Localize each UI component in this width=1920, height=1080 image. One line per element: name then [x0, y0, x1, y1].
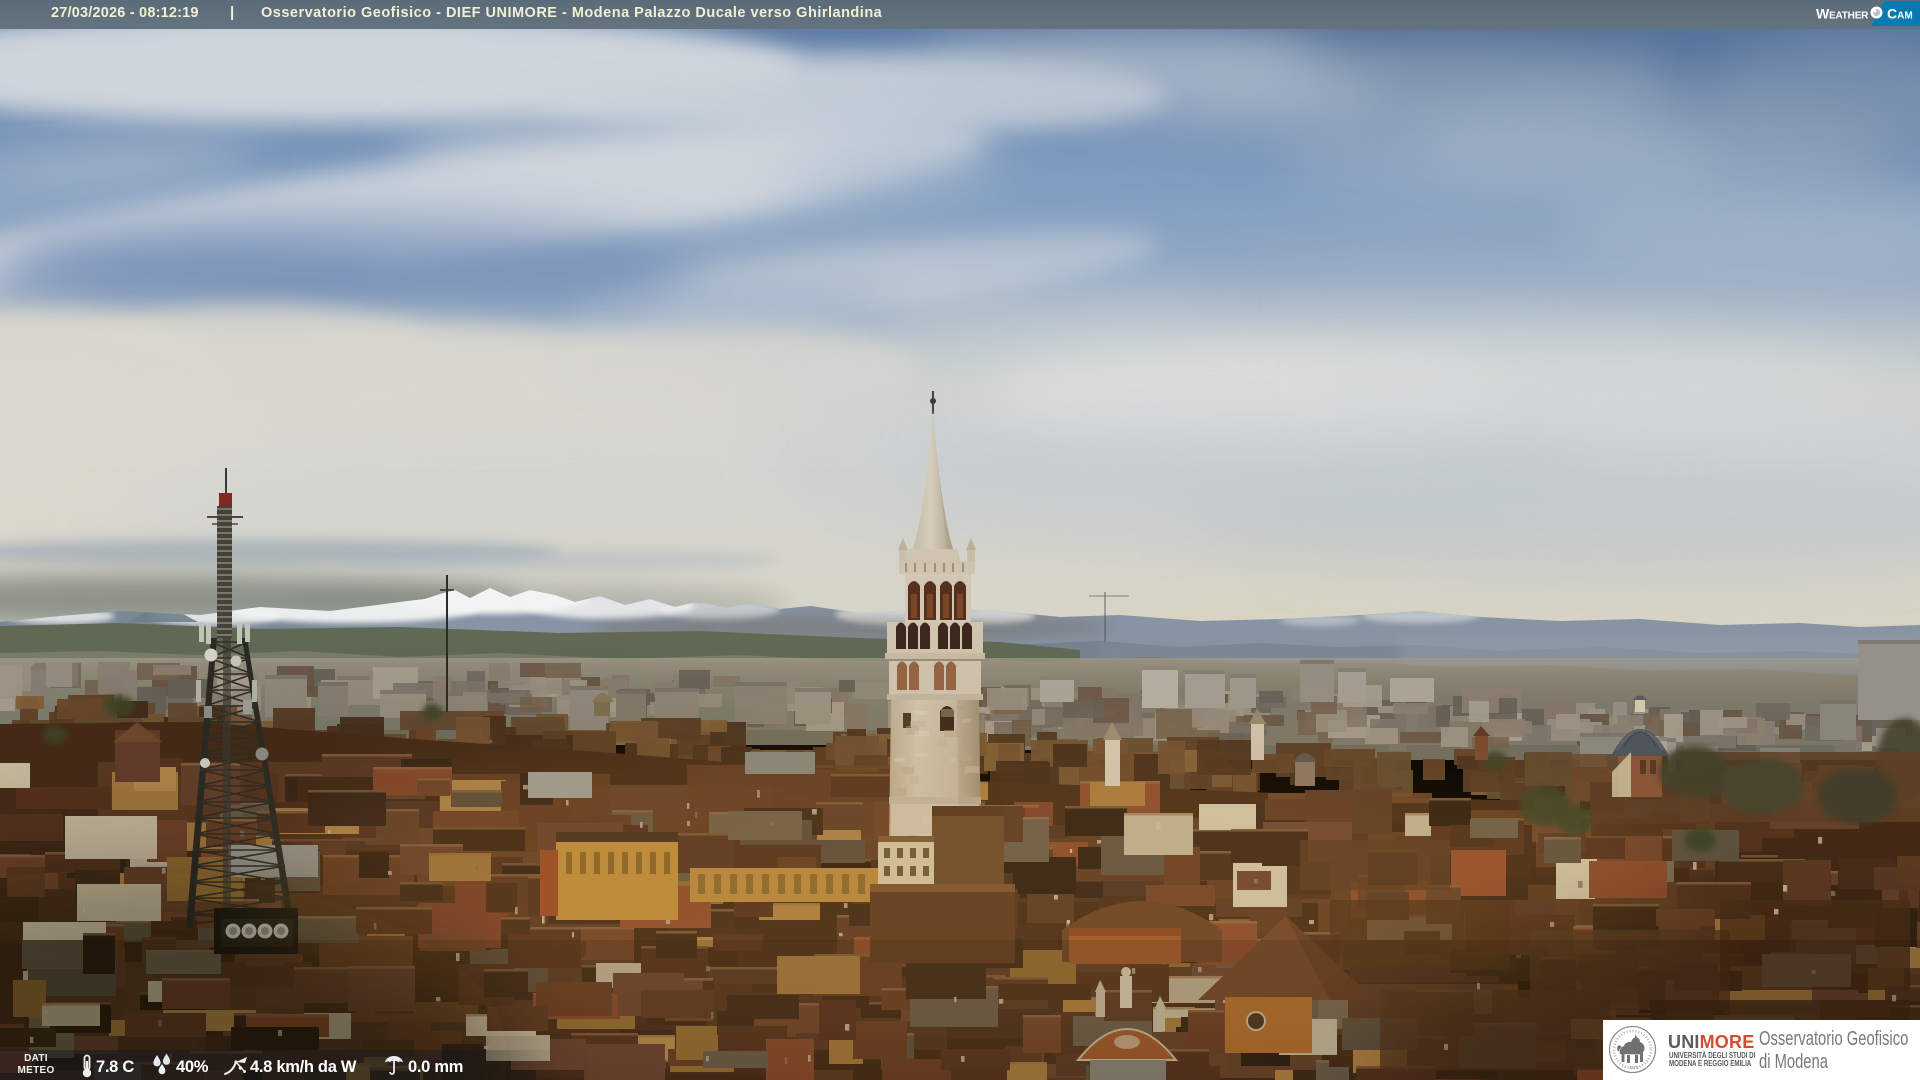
- svg-text:1175: 1175: [1629, 1065, 1639, 1070]
- svg-text:WEATHER: WEATHER: [1816, 6, 1869, 22]
